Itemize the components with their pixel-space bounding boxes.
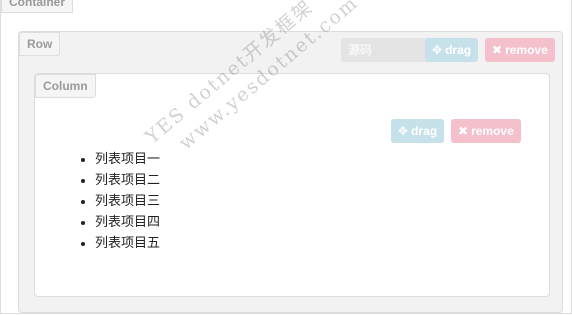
container-label: Container xyxy=(1,0,74,13)
move-icon: ✥ xyxy=(398,124,409,138)
column-box: Column ✥drag ✖remove 列表项目一 列表项目二 列表项目三 列… xyxy=(34,73,550,297)
container-box: Container Row 源码 ✥ drag ✖ remove Column ✥ d… xyxy=(0,0,572,314)
view-code-label: 源码 xyxy=(348,43,373,57)
list-item: 列表项目二 xyxy=(95,170,160,191)
column-remove-button[interactable]: ✖ remove xyxy=(451,119,521,143)
row-remove-label: remove xyxy=(505,43,548,57)
list-item: 列表项目三 xyxy=(95,191,160,212)
column-drag-label: drag xyxy=(411,124,438,138)
column-drag-button[interactable]: ✥ drag xyxy=(391,119,445,143)
list-item: 列表项目一 xyxy=(95,149,160,170)
close-icon: ✖ xyxy=(458,124,469,138)
bullet-list: 列表项目一 列表项目二 列表项目三 列表项目四 列表项目五 xyxy=(92,149,160,254)
row-drag-label: drag xyxy=(445,43,472,57)
row-box: Row 源码 ✥ drag ✖ remove Column ✥ drag ✖ remov… xyxy=(18,31,563,313)
row-drag-button[interactable]: ✥ drag xyxy=(425,38,479,62)
list-item: 列表项目四 xyxy=(95,212,160,233)
view-code-button[interactable]: 源码 xyxy=(341,38,431,62)
column-remove-label: remove xyxy=(471,124,514,138)
list-item: 列表项目五 xyxy=(95,233,160,254)
move-icon: ✥ xyxy=(432,43,443,57)
column-label: Column xyxy=(35,74,96,98)
close-icon: ✖ xyxy=(492,43,503,57)
row-label: Row xyxy=(19,32,61,56)
row-remove-button[interactable]: ✖ remove xyxy=(485,38,555,62)
